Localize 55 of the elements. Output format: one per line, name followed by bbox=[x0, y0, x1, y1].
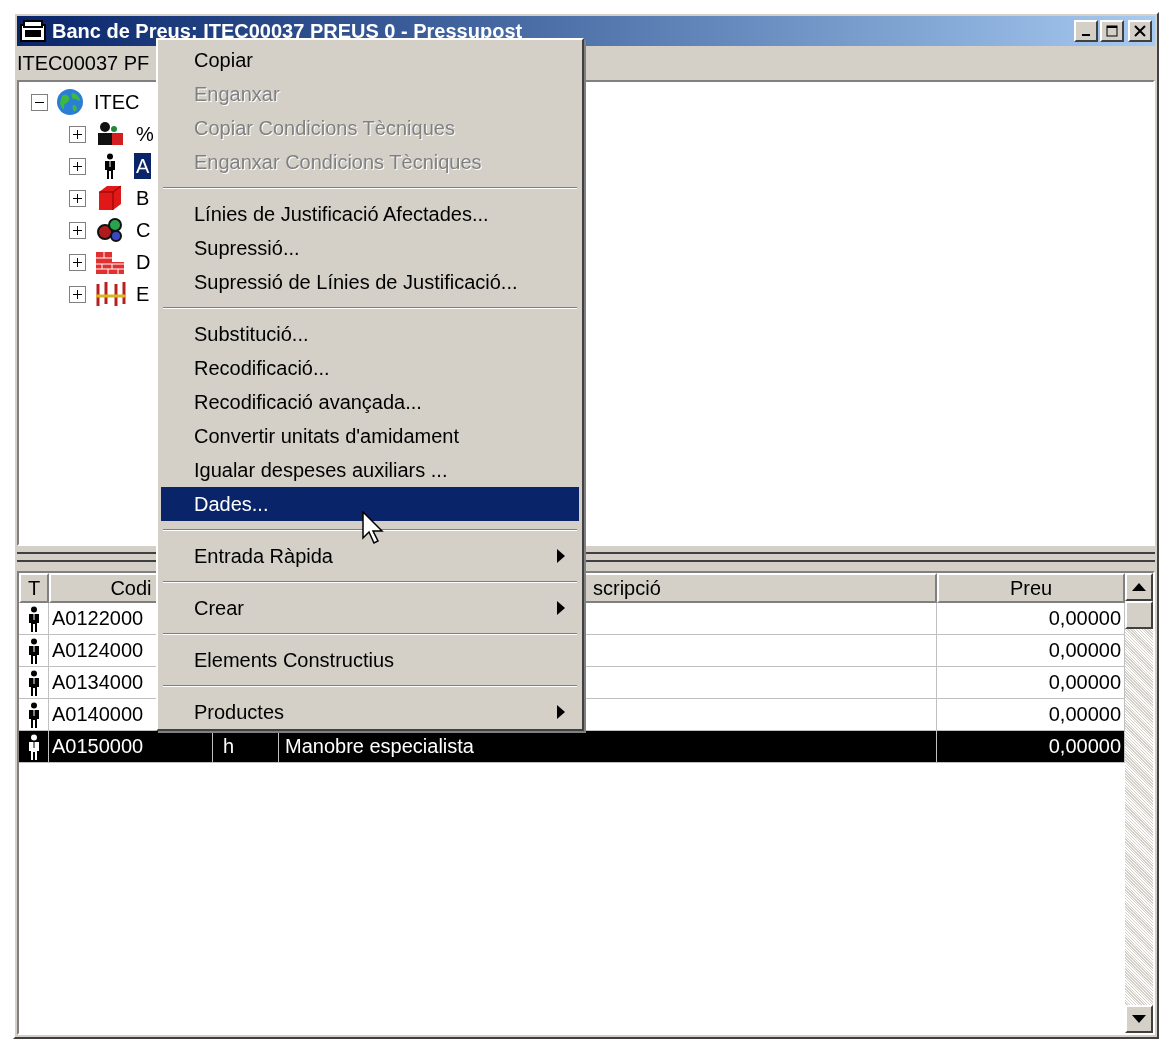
window-title: Banc de Preus: ITEC00037 PREUS 0 - Pressupost bbox=[52, 19, 523, 44]
menu-item[interactable]: Convertir unitats d'amidament bbox=[161, 419, 579, 453]
path-label: ITEC00037 PF bbox=[17, 51, 150, 76]
menu-item[interactable]: Copiar bbox=[161, 43, 579, 77]
mouse-cursor-icon bbox=[362, 511, 384, 545]
expand-toggle[interactable] bbox=[69, 253, 86, 271]
column-header[interactable]: T bbox=[19, 573, 49, 603]
tree-item-label[interactable]: D bbox=[134, 249, 153, 275]
tools-icon bbox=[95, 121, 125, 147]
expand-toggle[interactable] bbox=[69, 189, 86, 207]
maximize-icon bbox=[1106, 25, 1118, 37]
expand-toggle[interactable] bbox=[69, 157, 86, 175]
expand-toggle[interactable] bbox=[69, 221, 86, 239]
menu-item[interactable]: Dades... bbox=[161, 487, 579, 521]
tree-item-label[interactable]: % bbox=[134, 121, 156, 147]
menu-item[interactable]: Línies de Justificació Afectades... bbox=[161, 197, 579, 231]
scroll-down-button[interactable] bbox=[1125, 1005, 1153, 1033]
close-icon bbox=[1134, 25, 1146, 37]
bricks-icon bbox=[96, 250, 124, 274]
menu-item[interactable]: Igualar despeses auxiliars ... bbox=[161, 453, 579, 487]
menu-item[interactable]: Supressió... bbox=[161, 231, 579, 265]
tree-item-label[interactable]: B bbox=[134, 185, 152, 211]
person-icon bbox=[27, 733, 40, 760]
maximize-button[interactable] bbox=[1100, 20, 1124, 42]
close-button[interactable] bbox=[1128, 20, 1152, 42]
person-icon bbox=[104, 153, 116, 179]
tree-item-label[interactable]: C bbox=[134, 217, 153, 243]
scroll-up-button[interactable] bbox=[1125, 573, 1153, 601]
frame-icon bbox=[94, 280, 126, 308]
menu-item[interactable]: Recodificació... bbox=[161, 351, 579, 385]
tree-item-label[interactable]: A bbox=[134, 153, 152, 179]
expand-toggle[interactable] bbox=[69, 125, 86, 143]
collapse-toggle[interactable] bbox=[31, 93, 48, 111]
minimize-button[interactable] bbox=[1074, 20, 1098, 42]
menu-item[interactable]: Entrada Ràpida bbox=[161, 539, 579, 573]
menu-item[interactable]: Supressió de Línies de Justificació... bbox=[161, 265, 579, 299]
app-icon bbox=[20, 19, 48, 43]
menu-item[interactable]: Recodificació avançada... bbox=[161, 385, 579, 419]
submenu-arrow-icon bbox=[557, 705, 565, 719]
globe-icon bbox=[56, 88, 84, 116]
submenu-arrow-icon bbox=[557, 549, 565, 563]
tree-item-label[interactable]: ITEC bbox=[92, 89, 142, 115]
scrollbar[interactable] bbox=[1125, 573, 1153, 1033]
down-arrow-icon bbox=[1132, 1015, 1146, 1023]
menu-item[interactable]: Substitució... bbox=[161, 317, 579, 351]
scroll-thumb[interactable] bbox=[1125, 601, 1153, 629]
gears-icon bbox=[96, 217, 124, 243]
tree-item-label[interactable]: E bbox=[134, 281, 152, 307]
submenu-arrow-icon bbox=[557, 601, 565, 615]
minimize-icon bbox=[1082, 34, 1090, 36]
column-header[interactable]: Preu bbox=[937, 573, 1125, 603]
block-icon bbox=[97, 184, 123, 212]
expand-toggle[interactable] bbox=[69, 285, 86, 303]
table-row[interactable]: A0150000 h Manobre especialista 0,00000 bbox=[19, 731, 1125, 763]
up-arrow-icon bbox=[1132, 583, 1146, 591]
